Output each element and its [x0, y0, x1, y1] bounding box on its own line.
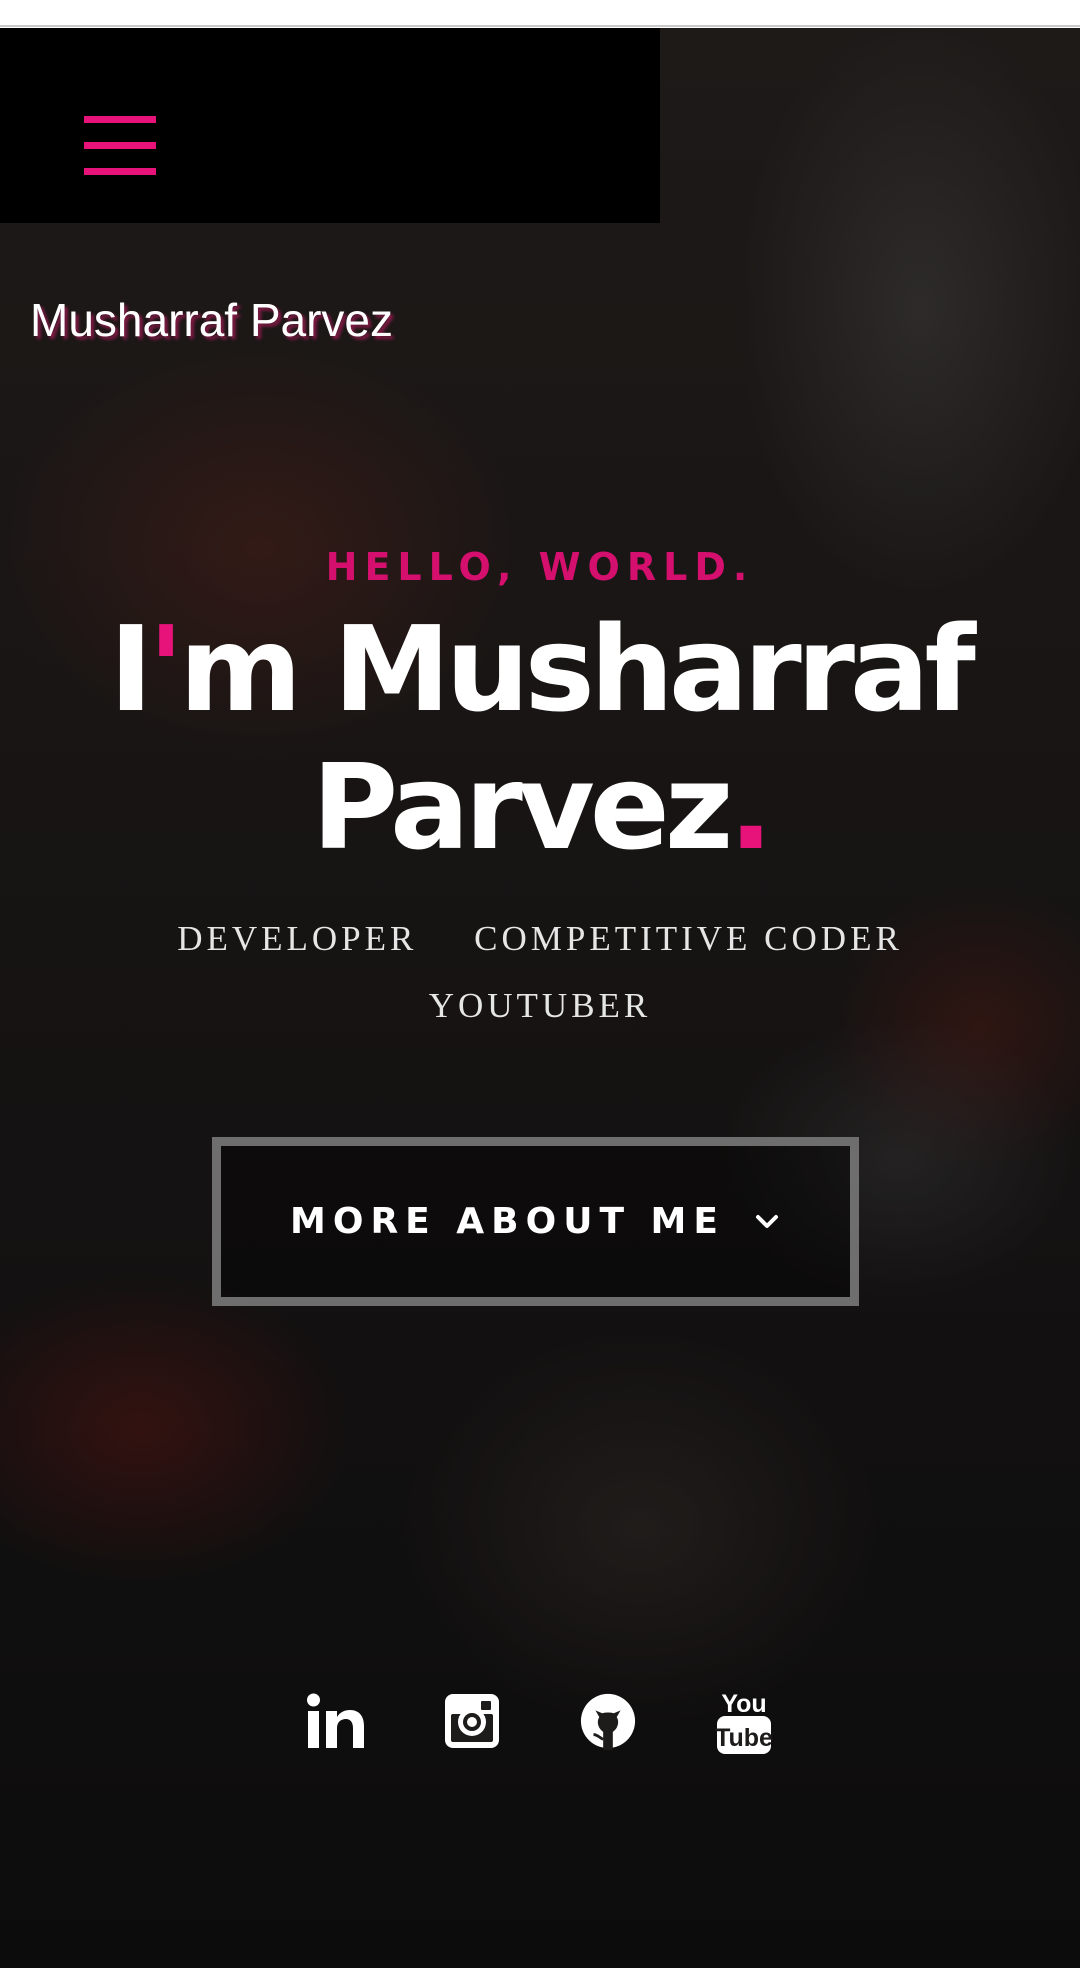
menu-bar — [0, 28, 660, 223]
more-about-me-button[interactable]: MORE ABOUT ME — [212, 1137, 859, 1306]
headline-name: Parvez — [311, 738, 734, 876]
github-icon[interactable] — [579, 1690, 637, 1752]
role-developer: DEVELOPER — [177, 919, 418, 958]
more-about-me-label: MORE ABOUT ME — [290, 1201, 725, 1242]
roles-list: DEVELOPER COMPETITIVE CODER YOUTUBER — [0, 905, 1080, 1039]
headline-prefix-2: m Musharraf — [179, 600, 976, 738]
svg-text:You: You — [721, 1690, 766, 1718]
page: Musharraf Parvez HELLO, WORLD. I'm Musha… — [0, 0, 1080, 1973]
instagram-icon[interactable] — [443, 1690, 501, 1752]
chevron-down-icon — [755, 1214, 778, 1228]
svg-text:Tube: Tube — [715, 1724, 773, 1752]
top-strip — [0, 0, 1080, 27]
headline-period: . — [728, 738, 773, 876]
social-links: You Tube — [0, 1690, 1080, 1754]
youtube-icon[interactable]: You Tube — [715, 1690, 773, 1754]
headline: I'm Musharraf Parvez. — [0, 600, 1080, 876]
headline-apostrophe: ' — [148, 600, 184, 738]
role-youtuber: YOUTUBER — [428, 986, 652, 1025]
greeting-text: HELLO, WORLD. — [325, 545, 755, 589]
hamburger-menu-icon[interactable] — [84, 116, 156, 176]
role-competitive-coder: COMPETITIVE CODER — [474, 919, 903, 958]
site-name[interactable]: Musharraf Parvez — [30, 293, 393, 347]
headline-prefix-1: I — [109, 600, 153, 738]
linkedin-icon[interactable] — [307, 1690, 365, 1752]
bottom-strip — [0, 1968, 1080, 1973]
